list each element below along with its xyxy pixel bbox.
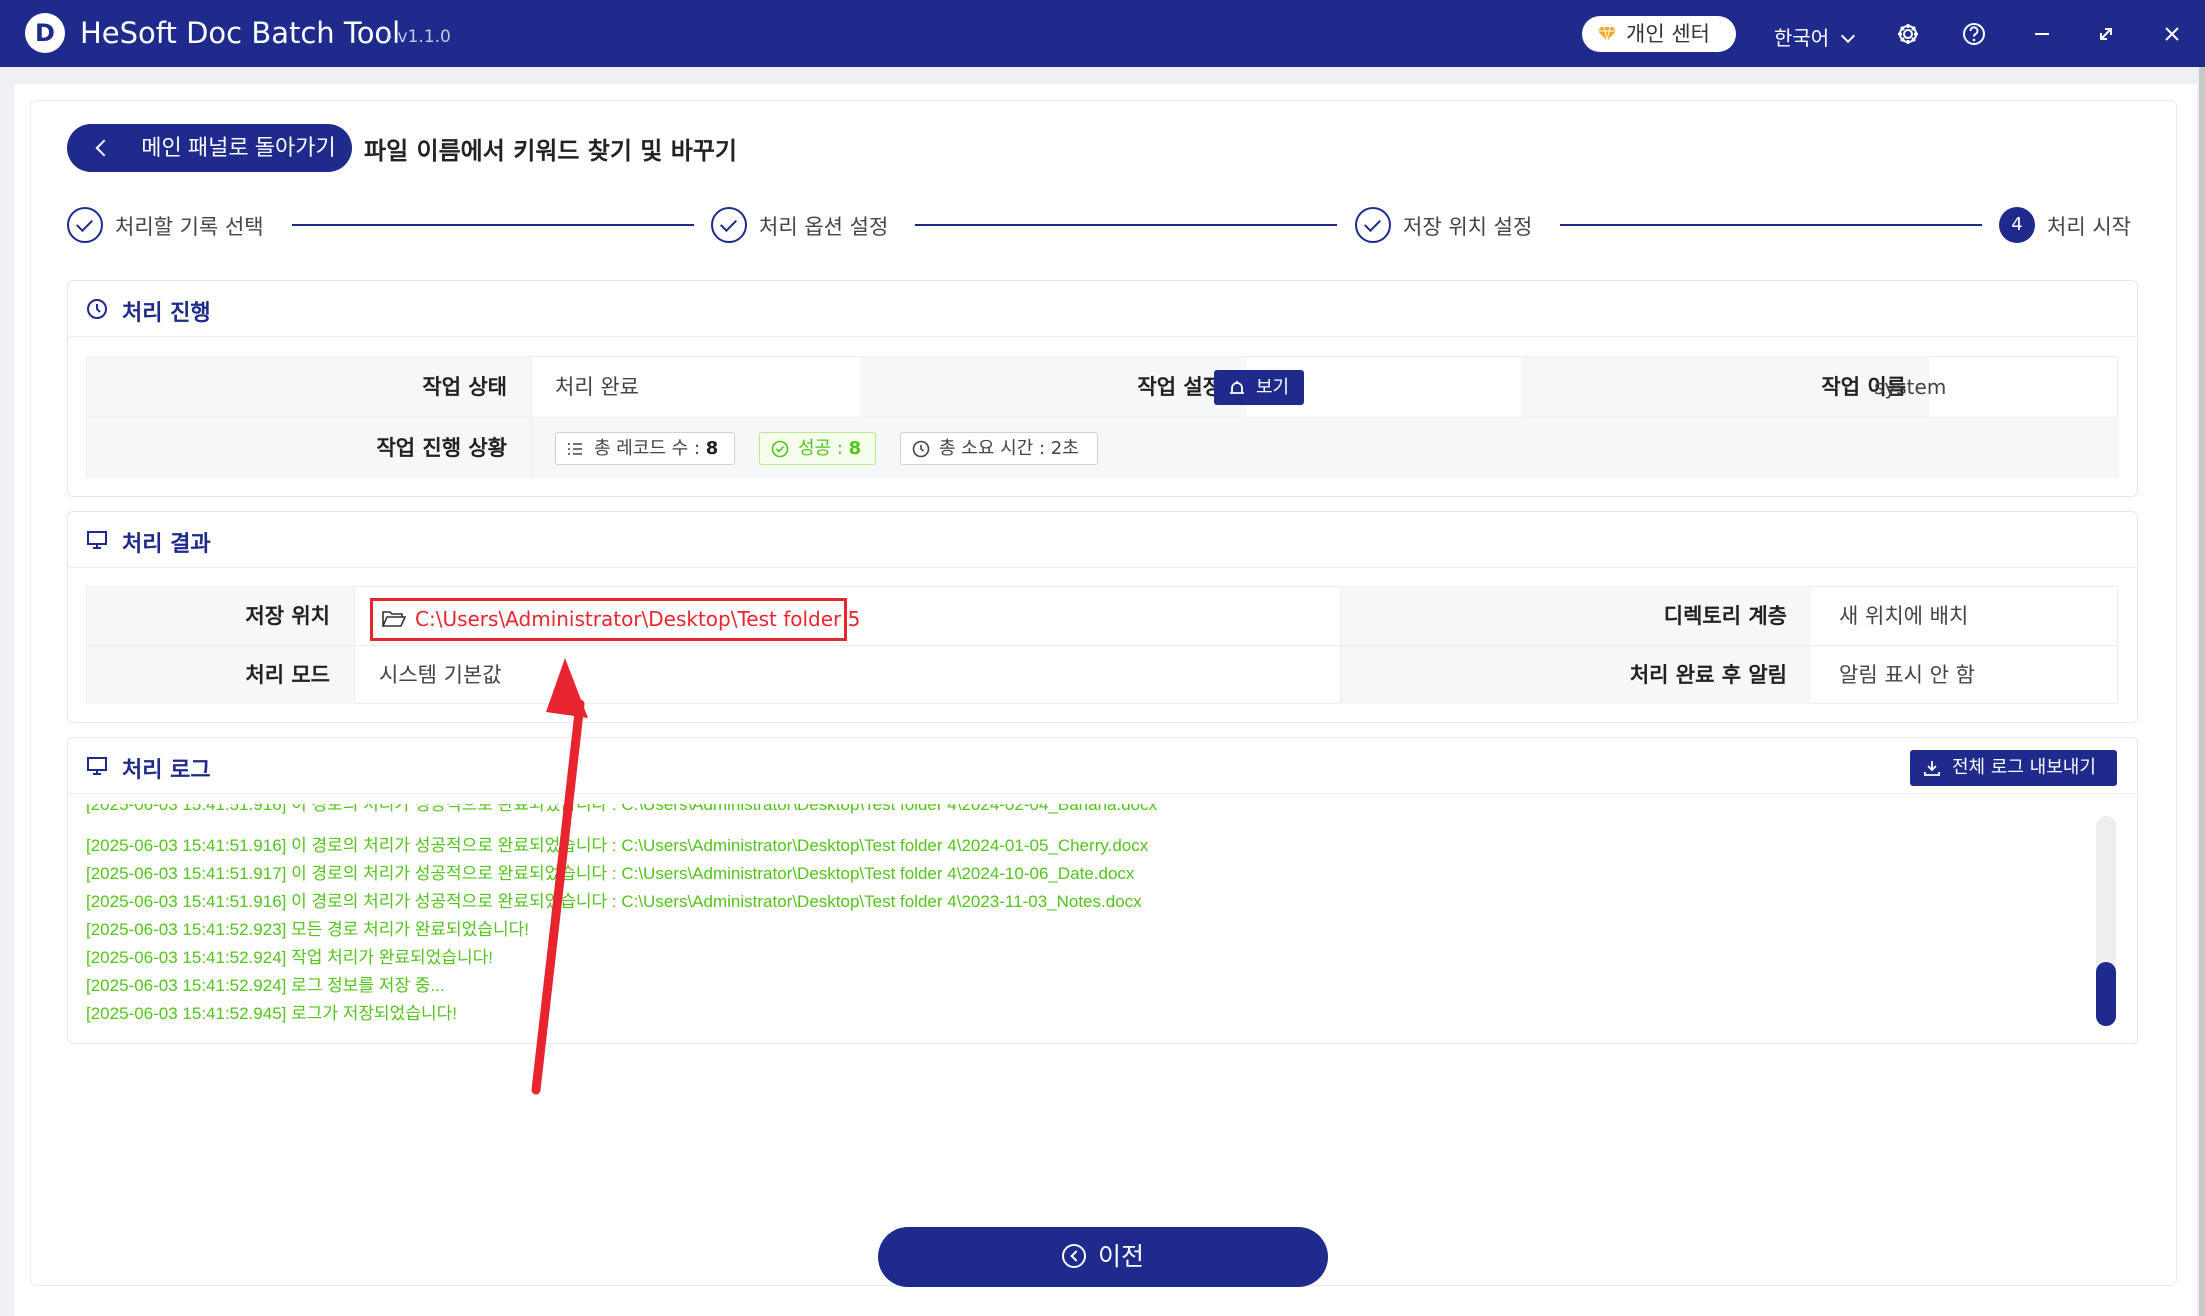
- diamond-icon: [1598, 27, 1616, 41]
- progress-header: 처리 진행: [68, 281, 2137, 337]
- minimize-icon[interactable]: [2028, 20, 2056, 48]
- time-label: 총 소요 시간 : 2초: [939, 438, 1079, 459]
- close-icon[interactable]: [2158, 20, 2186, 48]
- folder-open-icon: [382, 611, 406, 627]
- previous-button[interactable]: 이전: [878, 1227, 1328, 1287]
- clock-icon: [912, 440, 930, 458]
- elapsed-time-chip: 총 소요 시간 : 2초: [900, 432, 1098, 465]
- col-divider: [1340, 587, 1341, 705]
- progress-label: 작업 진행 상황: [87, 418, 531, 478]
- log-line: [2025-06-03 15:41:51.916] 이 경로의 처리가 성공적으…: [86, 892, 1142, 911]
- export-label: 전체 로그 내보내기: [1952, 757, 2096, 778]
- download-icon: [1924, 761, 1940, 776]
- step-1-label: 처리할 기록 선택: [115, 215, 264, 239]
- view-label: 보기: [1256, 377, 1290, 398]
- chevron-left-circle-icon: [1061, 1244, 1086, 1269]
- status-label: 작업 상태: [87, 357, 531, 417]
- task-name-label: 작업 이름: [1521, 357, 1930, 417]
- save-path-link[interactable]: C:\Users\Administrator\Desktop\Test fold…: [370, 598, 860, 641]
- status-value: 처리 완료: [555, 375, 639, 399]
- progress-table: 작업 상태 처리 완료 작업 설정 작업 이름 system 작업 진행 상황: [86, 356, 2119, 479]
- progress-title: 처리 진행: [122, 301, 211, 326]
- gear-icon[interactable]: [1894, 20, 1922, 48]
- step-2-check-icon: [711, 207, 747, 243]
- col-divider: [531, 357, 532, 479]
- step-4-label: 처리 시작: [2047, 215, 2131, 239]
- step-2-label: 처리 옵션 설정: [759, 215, 889, 239]
- monitor-icon: [87, 531, 107, 549]
- personal-center-button[interactable]: 개인 센터: [1582, 16, 1736, 52]
- page-title: 파일 이름에서 키워드 찾기 및 바꾸기: [364, 137, 737, 165]
- log-title: 처리 로그: [122, 758, 211, 783]
- step-1-check-icon: [67, 207, 103, 243]
- processing-mode-value: 시스템 기본값: [379, 663, 502, 687]
- language-label: 한국어: [1774, 26, 1830, 50]
- task-name-value: system: [1874, 375, 1947, 399]
- back-to-main-button[interactable]: 메인 패널로 돌아가기: [67, 124, 352, 172]
- log-line: [2025-06-03 15:41:52.923] 모든 경로 처리가 완료되었…: [86, 920, 529, 939]
- step-connector: [1560, 224, 1982, 226]
- save-location-label: 저장 위치: [87, 587, 354, 645]
- log-output[interactable]: [2025-06-03 15:41:51.916] 이 경로의 처리가 성공적으…: [86, 804, 2086, 1036]
- result-header: 처리 결과: [68, 512, 2137, 568]
- log-header: 처리 로그: [68, 738, 2137, 794]
- help-icon[interactable]: [1960, 20, 1988, 48]
- chevron-down-icon: [1841, 28, 1856, 44]
- success-label: 성공 :: [798, 438, 843, 459]
- step-connector: [915, 224, 1337, 226]
- success-chip: 성공 : 8: [759, 432, 876, 465]
- processing-mode-label: 처리 모드: [87, 646, 354, 704]
- log-line: [2025-06-03 15:41:51.917] 이 경로의 처리가 성공적으…: [86, 864, 1135, 883]
- directory-level-value: 새 위치에 배치: [1839, 604, 1969, 628]
- log-line: [2025-06-03 15:41:52.945] 로그가 저장되었습니다!: [86, 1004, 457, 1023]
- maximize-icon[interactable]: [2092, 20, 2120, 48]
- back-button-label: 메인 패널로 돌아가기: [141, 135, 336, 160]
- previous-label: 이전: [1097, 1243, 1144, 1271]
- notification-label: 처리 완료 후 알림: [1340, 646, 1811, 704]
- chevron-left-icon: [95, 139, 113, 157]
- view-settings-button[interactable]: 보기: [1214, 370, 1304, 405]
- success-value: 8: [848, 438, 862, 459]
- total-records-chip: 총 레코드 수 : 8: [555, 432, 735, 465]
- window-edge: [2199, 67, 2205, 1316]
- monitor-icon: [87, 757, 107, 775]
- personal-center-label: 개인 센터: [1626, 22, 1710, 46]
- app-title: HeSoft Doc Batch Tool: [80, 16, 401, 50]
- log-line: [2025-06-03 15:41:52.924] 로그 정보를 저장 중...: [86, 976, 445, 995]
- directory-level-label: 디렉토리 계층: [1340, 587, 1811, 645]
- step-3-label: 저장 위치 설정: [1403, 215, 1533, 239]
- alarm-icon: [1230, 381, 1244, 394]
- total-value: 8: [705, 438, 719, 459]
- step-4-number: 4: [1999, 207, 2035, 243]
- save-path-value: C:\Users\Administrator\Desktop\Test fold…: [415, 607, 861, 631]
- list-icon: [568, 443, 582, 455]
- app-version: - v1.1.0: [386, 27, 451, 47]
- export-log-button[interactable]: 전체 로그 내보내기: [1910, 750, 2117, 786]
- app-logo: D: [25, 13, 65, 53]
- log-line: [2025-06-03 15:41:51.916] 이 경로의 처리가 성공적으…: [86, 836, 1149, 855]
- log-scrollbar-thumb[interactable]: [2096, 962, 2116, 1026]
- settings-label: 작업 설정: [860, 357, 1246, 417]
- clock-icon: [87, 299, 107, 319]
- language-select[interactable]: 한국어: [1774, 22, 1856, 51]
- notification-value: 알림 표시 안 함: [1839, 663, 1975, 687]
- step-3-check-icon: [1355, 207, 1391, 243]
- result-title: 처리 결과: [122, 532, 211, 557]
- step-connector: [292, 224, 694, 226]
- log-line: [2025-06-03 15:41:52.924] 작업 처리가 완료되었습니다…: [86, 948, 493, 967]
- title-bar: D HeSoft Doc Batch Tool - v1.1.0 개인 센터 한…: [0, 0, 2205, 67]
- check-circle-icon: [771, 440, 789, 458]
- log-line: [2025-06-03 15:41:51.916] 이 경로의 처리가 성공적으…: [86, 804, 1158, 814]
- total-label: 총 레코드 수 :: [594, 438, 701, 459]
- col-divider: [354, 587, 355, 705]
